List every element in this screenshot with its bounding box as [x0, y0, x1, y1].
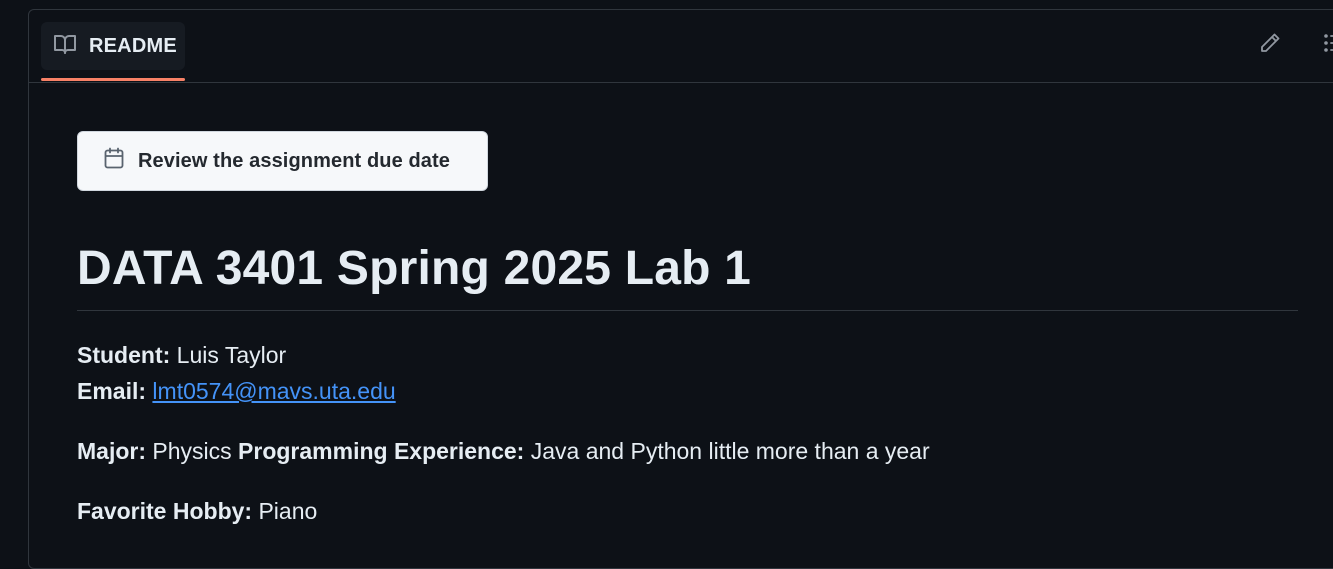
readme-header: README: [29, 10, 1333, 83]
major-line: Major: Physics Programming Experience: J…: [77, 438, 930, 465]
email-link[interactable]: lmt0574@mavs.uta.edu: [152, 378, 395, 404]
student-line: Student: Luis Taylor: [77, 342, 286, 369]
readme-tab-underline: [41, 78, 185, 81]
readme-panel: README Review the assignment due date DA…: [28, 9, 1333, 569]
readme-content: Review the assignment due date DATA 3401…: [77, 131, 1299, 524]
readme-actions: [1257, 32, 1333, 58]
page-title: DATA 3401 Spring 2025 Lab 1: [77, 242, 752, 295]
major-label: Major:: [77, 438, 146, 464]
title-divider: [77, 310, 1298, 311]
major-value: Physics: [152, 438, 232, 464]
book-icon: [53, 33, 77, 60]
pencil-icon: [1258, 31, 1282, 60]
student-label: Student:: [77, 342, 171, 368]
readme-tab-label: README: [89, 34, 177, 57]
hobby-line: Favorite Hobby: Piano: [77, 498, 317, 525]
readme-tab[interactable]: README: [41, 22, 185, 82]
outline-button[interactable]: [1321, 32, 1333, 58]
hobby-value: Piano: [258, 498, 318, 524]
list-unordered-icon: [1322, 31, 1333, 60]
experience-value: Java and Python little more than a year: [530, 438, 930, 464]
review-due-date-button[interactable]: Review the assignment due date: [77, 131, 488, 191]
hobby-label: Favorite Hobby:: [77, 498, 253, 524]
review-due-date-label: Review the assignment due date: [138, 149, 450, 172]
calendar-icon: [102, 146, 126, 176]
email-line: Email: lmt0574@mavs.uta.edu: [77, 378, 396, 405]
student-value: Luis Taylor: [176, 342, 287, 368]
email-label: Email:: [77, 378, 147, 404]
edit-file-button[interactable]: [1257, 32, 1283, 58]
experience-label: Programming Experience:: [238, 438, 525, 464]
